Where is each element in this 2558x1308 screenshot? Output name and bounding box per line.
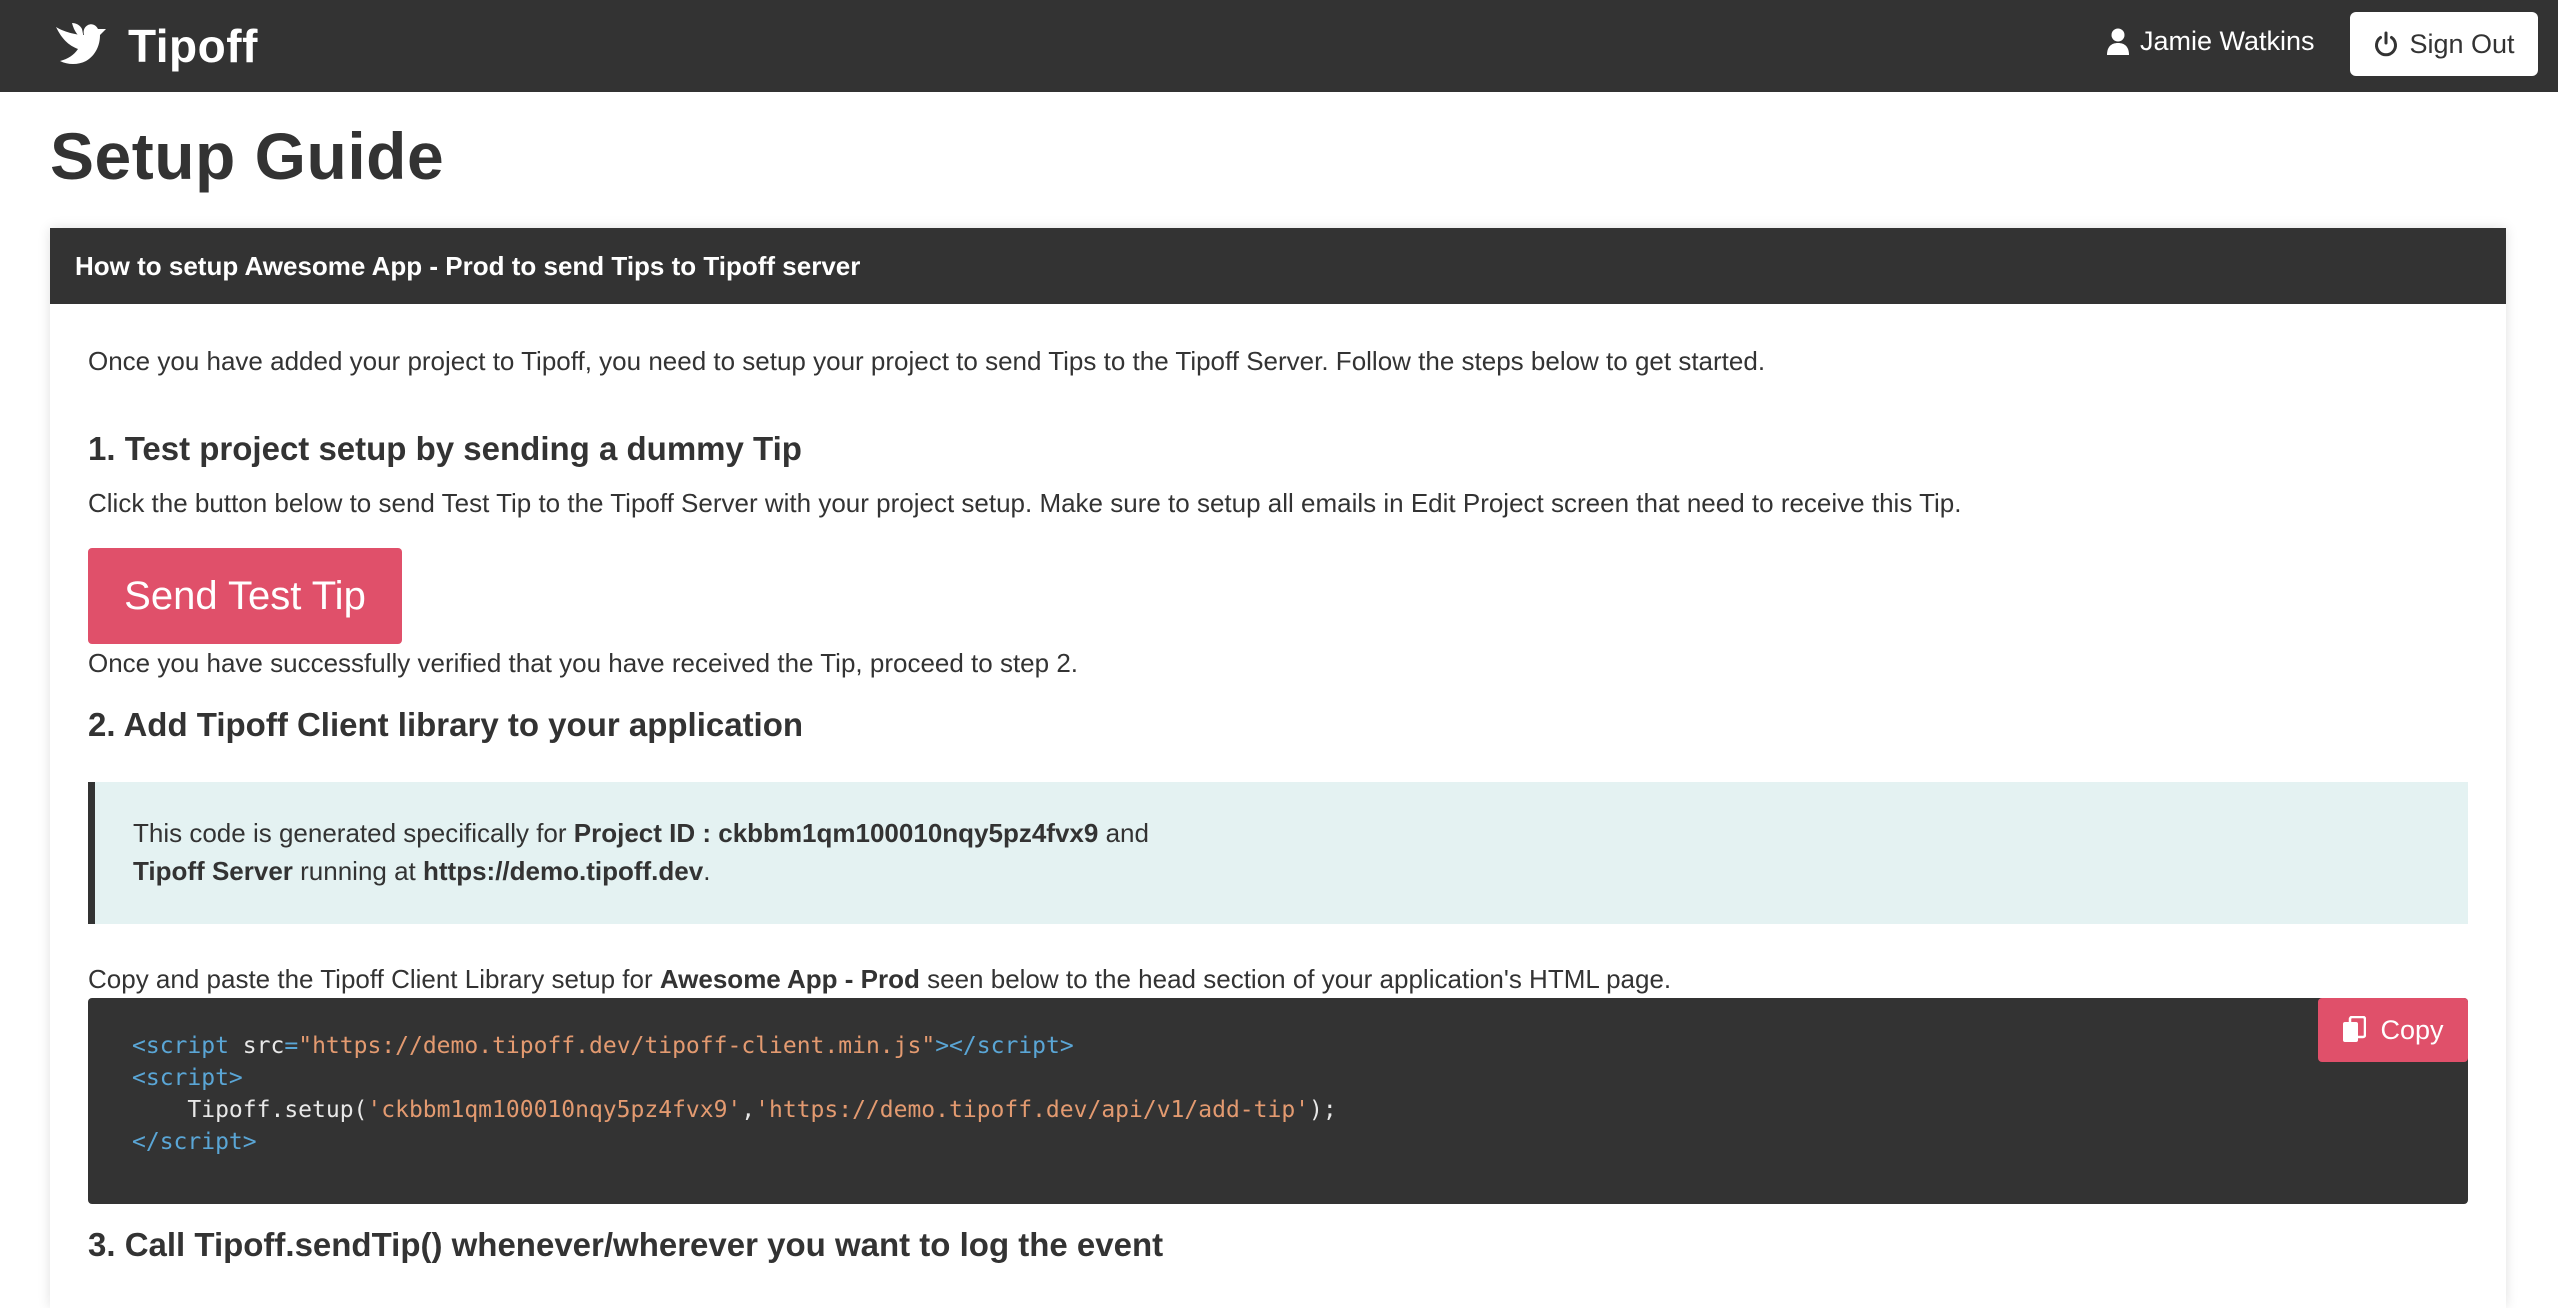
app-name: Awesome App - Prod (659, 964, 920, 994)
note-line-2: Tipoff Server running at https://demo.ti… (133, 852, 2468, 890)
note-line-1: This code is generated specifically for … (133, 814, 2468, 852)
step3-heading: 3. Call Tipoff.sendTip() whenever/wherev… (88, 1226, 1164, 1263)
brand-name: Tipoff (128, 20, 258, 72)
code-project-id: 'ckbbm1qm100010nqy5pz4fvx9' (367, 1097, 742, 1123)
intro-text: Once you have added your project to Tipo… (88, 346, 1766, 376)
user-icon (2107, 28, 2129, 55)
note-text: and (1098, 818, 1149, 848)
copy-button[interactable]: Copy (2318, 998, 2468, 1062)
project-info-note: This code is generated specifically for … (88, 782, 2468, 924)
project-id: Project ID : ckbbm1qm100010nqy5pz4fvx9 (573, 818, 1099, 848)
copy-instruction: Copy and paste the Tipoff Client Library… (88, 964, 1671, 995)
step2-heading: 2. Add Tipoff Client library to your app… (88, 706, 804, 743)
step1-after-text: Once you have successfully verified that… (88, 648, 1079, 678)
power-icon (2375, 31, 2398, 57)
code-line-1: <script src="https://demo.tipoff.dev/tip… (132, 1033, 1074, 1059)
top-navbar: Tipoff Jamie Watkins Sign Out (0, 0, 2558, 92)
step1-description: Click the button below to send Test Tip … (88, 488, 1962, 518)
page-title: Setup Guide (50, 119, 445, 193)
code-line-4: </script> (132, 1129, 257, 1155)
copy-label: Copy (2380, 1014, 2444, 1045)
note-text: This code is generated specifically for (133, 818, 574, 848)
setup-call: Tipoff.setup( (187, 1097, 368, 1123)
note-text: running at (292, 856, 423, 886)
setup-close: ); (1309, 1097, 1337, 1123)
copy-icon (2343, 1016, 2367, 1042)
dove-icon (56, 23, 106, 64)
note-text: . (703, 856, 711, 886)
sign-out-label: Sign Out (2409, 28, 2515, 59)
code-block[interactable]: <script src="https://demo.tipoff.dev/tip… (88, 998, 2468, 1204)
code-api-url: 'https://demo.tipoff.dev/api/v1/add-tip' (755, 1097, 1310, 1123)
step1-heading: 1. Test project setup by sending a dummy… (88, 430, 802, 467)
script-src: https://demo.tipoff.dev/tipoff-client.mi… (312, 1033, 922, 1059)
instruction-text: seen below to the head section of your a… (919, 964, 1672, 994)
server-url: https://demo.tipoff.dev (423, 856, 704, 886)
instruction-text: Copy and paste the Tipoff Client Library… (88, 964, 660, 994)
setup-card: How to setup Awesome App - Prod to send … (50, 228, 2506, 1308)
user-name: Jamie Watkins (2140, 26, 2315, 56)
brand-link[interactable]: Tipoff (52, 14, 258, 78)
user-menu[interactable]: Jamie Watkins (2106, 26, 2315, 57)
code-line-3: Tipoff.setup('ckbbm1qm100010nqy5pz4fvx9'… (187, 1097, 1337, 1123)
sign-out-button[interactable]: Sign Out (2350, 12, 2538, 76)
send-test-tip-button[interactable]: Send Test Tip (88, 548, 402, 644)
code-line-2: <script> (132, 1065, 243, 1091)
server-label: Tipoff Server (133, 856, 293, 886)
card-header: How to setup Awesome App - Prod to send … (50, 228, 2506, 304)
